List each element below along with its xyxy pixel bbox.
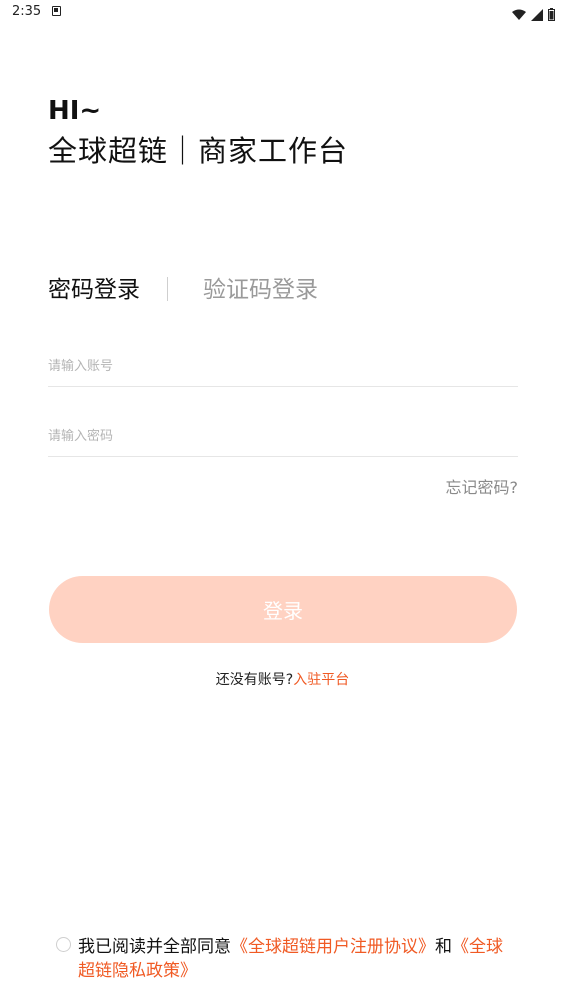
password-input[interactable] <box>48 417 518 456</box>
tab-password-login[interactable]: 密码登录 <box>48 273 140 307</box>
password-field <box>48 417 518 457</box>
signal-icon <box>530 8 543 21</box>
notification-icon <box>52 6 61 16</box>
tab-divider <box>167 277 168 301</box>
account-field <box>48 347 518 387</box>
login-button[interactable]: 登录 <box>49 576 517 643</box>
page-title: 全球超链｜商家工作台 <box>48 134 349 168</box>
agreement-and: 和 <box>435 937 452 957</box>
status-time: 2:35 <box>12 4 42 19</box>
register-prompt: 还没有账号?入驻平台 <box>0 669 565 691</box>
user-agreement-link[interactable]: 《全球超链用户注册协议》 <box>231 937 435 957</box>
status-icons <box>511 4 555 21</box>
register-prompt-text: 还没有账号? <box>215 672 294 688</box>
agreement-checkbox[interactable] <box>56 937 71 952</box>
register-link[interactable]: 入驻平台 <box>293 672 349 688</box>
battery-icon <box>548 8 555 21</box>
tab-code-login[interactable]: 验证码登录 <box>203 273 318 307</box>
account-input[interactable] <box>48 347 518 386</box>
wifi-icon <box>511 9 526 20</box>
status-bar: 2:35 <box>0 0 565 24</box>
greeting-hi: HI~ <box>48 96 102 126</box>
agreement-prefix: 我已阅读并全部同意 <box>78 937 231 957</box>
agreement-text: 我已阅读并全部同意《全球超链用户注册协议》和《全球超链隐私政策》 <box>78 935 518 983</box>
login-screen: 2:35 HI~ 全球超链｜商家工作台 密码登录 验证码登录 忘记密码? 登录 … <box>0 0 565 1004</box>
forgot-password-link[interactable]: 忘记密码? <box>446 477 519 499</box>
